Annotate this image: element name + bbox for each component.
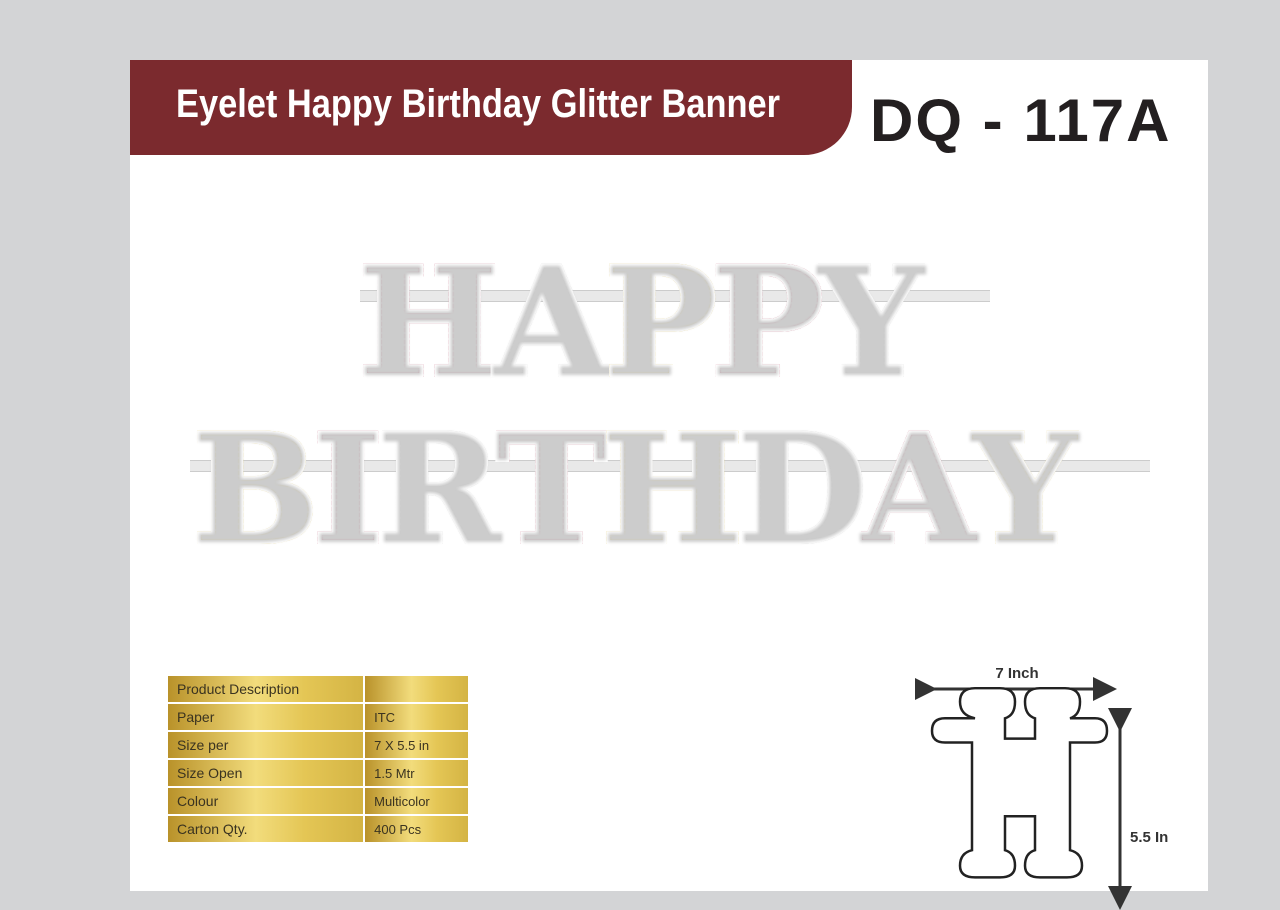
spec-value: 7 X 5.5 in [363, 730, 470, 760]
banner-letter: Y [969, 402, 1080, 578]
banner-line-happy: HAPPY [356, 235, 927, 411]
spec-table: Product Description Paper ITC Size per 7 X … [165, 674, 470, 844]
table-row: Size per 7 X 5.5 in [165, 730, 470, 760]
banner-letter: P [602, 235, 719, 411]
letter-h-outline [930, 686, 1109, 879]
spec-value: 1.5 Mtr [363, 758, 470, 788]
height-label: 5.5 In [1130, 829, 1168, 846]
spec-label: Paper [165, 702, 366, 732]
table-row: Carton Qty. 400 Pcs [165, 814, 470, 844]
table-row: Paper ITC [165, 702, 470, 732]
banner-letter: A [859, 402, 979, 578]
title-bar: Eyelet Happy Birthday Glitter Banner [130, 60, 852, 155]
banner-letter: T [494, 402, 610, 578]
banner-letter: H [356, 235, 502, 411]
banner-letter: R [375, 402, 504, 578]
size-diagram: 7 Inch 5.5 In [915, 665, 1168, 910]
table-row: Colour Multicolor [165, 786, 470, 816]
banner-line-birthday: BIRTHDAY [190, 402, 1081, 578]
width-label: 7 Inch [995, 665, 1038, 682]
banner-letter: P [709, 235, 826, 411]
banner-letter: H [599, 402, 745, 578]
spec-value: ITC [363, 702, 470, 732]
banner-letter: D [735, 402, 869, 578]
spec-label: Size per [165, 730, 366, 760]
product-code: DQ - 117A [870, 87, 1172, 154]
catalog-page: Eyelet Happy Birthday Glitter Banner DQ … [130, 60, 1208, 910]
spec-value: 400 Pcs [363, 814, 470, 844]
spec-value: Multicolor [363, 786, 470, 816]
table-row: Size Open 1.5 Mtr [165, 758, 470, 788]
spec-label: Carton Qty. [165, 814, 366, 844]
product-title: Eyelet Happy Birthday Glitter Banner [176, 82, 781, 126]
banner-letter: A [492, 235, 612, 411]
banner-letter: Y [816, 235, 927, 411]
banner-letter: B [190, 402, 321, 578]
spec-label: Colour [165, 786, 366, 816]
spec-heading: Product Description [165, 674, 366, 704]
table-row: Product Description [165, 674, 470, 704]
spec-label: Size Open [165, 758, 366, 788]
banner-letter: I [311, 402, 385, 578]
